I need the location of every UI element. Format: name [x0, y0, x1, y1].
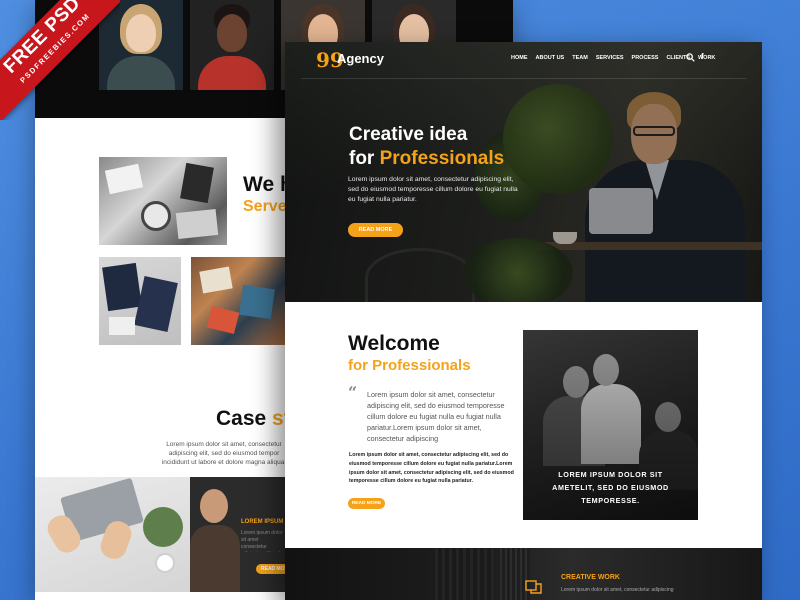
- stationery-image-1: [99, 157, 227, 245]
- facebook-icon[interactable]: f: [701, 52, 704, 61]
- hero-read-more-button[interactable]: READ MORE: [348, 223, 403, 237]
- creative-work-icon: [525, 580, 542, 594]
- case-title-text: Case: [216, 407, 267, 430]
- hero-title-line-2: for Professionals: [349, 148, 504, 170]
- team-photo-caption: LOREM IPSUM DOLOR SIT AMETELIT, SED DO E…: [552, 470, 669, 505]
- hero-title-highlight: Professionals: [379, 148, 505, 169]
- free-psd-ribbon: FREE PSD PSDFREEBIES.COM: [0, 0, 120, 120]
- quote-icon: “: [348, 383, 358, 402]
- welcome-subtitle: for Professionals: [348, 357, 471, 374]
- welcome-title: Welcome: [348, 332, 440, 355]
- nav-divider: [301, 78, 746, 79]
- back-case-text: Lorem ipsum dolor sit amet consectetur a…: [241, 530, 283, 552]
- team-meeting-photo: LOREM IPSUM DOLOR SIT AMETELIT, SED DO E…: [523, 330, 698, 520]
- case-studies-text: Lorem ipsum dolor sit amet, consectetur …: [161, 441, 287, 466]
- hero-text: Lorem ipsum dolor sit amet, consectetur …: [348, 176, 518, 203]
- hero-title-prefix: for: [349, 148, 380, 169]
- nav-item-team[interactable]: TEAM: [572, 55, 588, 61]
- nav-item-services[interactable]: SERVICES: [596, 55, 624, 61]
- welcome-read-more-button[interactable]: READ MORE: [348, 498, 385, 509]
- search-icon[interactable]: [686, 53, 695, 62]
- laptop-photo: [35, 477, 190, 592]
- logo-text[interactable]: Agency: [337, 51, 384, 66]
- hero-section: 99 Agency HOME ABOUT US TEAM SERVICES PR…: [285, 42, 762, 302]
- welcome-quote: Lorem ipsum dolor sit amet, consectetur …: [367, 390, 505, 443]
- creative-work-label: CREATIVE WORK: [561, 574, 620, 581]
- stationery-image-3: [191, 257, 285, 345]
- nav-item-process[interactable]: PROCESS: [632, 55, 659, 61]
- creative-work-text: Lorem ipsum dolor sit amet, consectetur …: [561, 587, 674, 593]
- navbar: 99 Agency HOME ABOUT US TEAM SERVICES PR…: [285, 42, 762, 82]
- back-subheading: Serve: [243, 198, 287, 215]
- team-photo-man: [190, 0, 274, 90]
- case-studies-title: Case st: [216, 407, 291, 431]
- nav-item-about-us[interactable]: ABOUT US: [536, 55, 565, 61]
- welcome-body: Lorem ipsum dolor sit amet, consectetur …: [349, 452, 514, 485]
- ribbon-title: FREE PSD: [0, 0, 85, 78]
- nav-item-home[interactable]: HOME: [511, 55, 528, 61]
- front-page-mockup: 99 Agency HOME ABOUT US TEAM SERVICES PR…: [285, 42, 762, 600]
- free-psd-ribbon-wrap: FREE PSD PSDFREEBIES.COM: [0, 0, 120, 120]
- hero-title-line-1: Creative idea: [349, 124, 468, 145]
- stationery-image-2: [99, 257, 181, 345]
